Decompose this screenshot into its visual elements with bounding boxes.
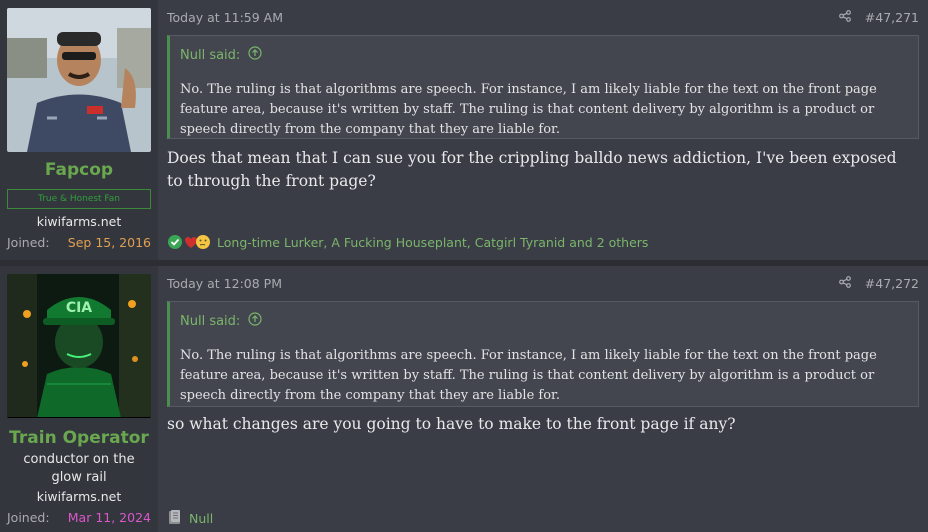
- joined-date: Mar 11, 2024: [67, 510, 151, 525]
- post-content: Today at 12:08 PM #47,272 Null said: No.…: [158, 266, 928, 532]
- avatar[interactable]: [7, 8, 151, 152]
- username[interactable]: Fapcop: [0, 160, 158, 180]
- up-arrow-icon[interactable]: [248, 46, 262, 64]
- user-panel: Fapcop True & Honest Fan kiwifarms.net J…: [0, 0, 158, 260]
- quote-author[interactable]: Null said:: [180, 314, 240, 329]
- quote-text: No. The ruling is that algorithms are sp…: [180, 82, 877, 137]
- joined-row: Joined: Mar 11, 2024: [7, 510, 151, 525]
- user-site: kiwifarms.net: [36, 489, 122, 504]
- quote-block: Null said: No. The ruling is that algori…: [167, 35, 919, 139]
- share-icon[interactable]: [838, 10, 851, 25]
- thinking-reaction-icon: [196, 235, 210, 249]
- post-47271: Fapcop True & Honest Fan kiwifarms.net J…: [0, 0, 928, 260]
- joined-label: Joined:: [7, 235, 50, 250]
- post-number[interactable]: #47,271: [865, 10, 919, 25]
- username[interactable]: Train Operator: [0, 428, 158, 448]
- quote-author[interactable]: Null said:: [180, 48, 240, 63]
- post-meta: Today at 11:59 AM #47,271: [167, 10, 919, 25]
- post-message: Does that mean that I can sue you for th…: [167, 149, 897, 190]
- avatar[interactable]: CIA: [7, 274, 151, 418]
- post-message: so what changes are you going to have to…: [167, 415, 736, 433]
- quote-text: No. The ruling is that algorithms are sp…: [180, 348, 877, 403]
- up-arrow-icon[interactable]: [248, 312, 262, 330]
- user-title: conductor on the glow rail: [23, 452, 135, 485]
- quote-block: Null said: No. The ruling is that algori…: [167, 301, 919, 407]
- checkmark-reaction-icon: [168, 235, 182, 249]
- reaction-users[interactable]: Null: [189, 511, 213, 526]
- user-site: kiwifarms.net: [36, 214, 122, 229]
- post-content: Today at 11:59 AM #47,271 Null said: No.…: [158, 0, 928, 260]
- svg-text:CIA: CIA: [66, 300, 92, 316]
- post-meta: Today at 12:08 PM #47,272: [167, 276, 919, 291]
- post-timestamp[interactable]: Today at 12:08 PM: [167, 276, 282, 291]
- quote-header: Null said:: [170, 36, 918, 66]
- post-number[interactable]: #47,272: [865, 276, 919, 291]
- reactions-bar[interactable]: Long-time Lurker, A Fucking Houseplant, …: [167, 234, 648, 250]
- joined-label: Joined:: [7, 510, 50, 525]
- joined-row: Joined: Sep 15, 2016: [7, 235, 151, 250]
- file-reaction-icon: [167, 509, 183, 528]
- post-timestamp[interactable]: Today at 11:59 AM: [167, 10, 283, 25]
- user-panel: CIA Train Operator conductor on the glow…: [0, 266, 158, 532]
- reaction-users[interactable]: Long-time Lurker, A Fucking Houseplant, …: [217, 235, 648, 250]
- post-47272: CIA Train Operator conductor on the glow…: [0, 266, 928, 532]
- quote-header: Null said:: [170, 302, 918, 332]
- heart-reaction-icon: [185, 237, 197, 248]
- share-icon[interactable]: [838, 276, 851, 291]
- user-banner: True & Honest Fan: [7, 189, 151, 209]
- reaction-icons: [167, 234, 211, 250]
- joined-date: Sep 15, 2016: [67, 235, 151, 250]
- reactions-bar[interactable]: Null: [167, 509, 213, 528]
